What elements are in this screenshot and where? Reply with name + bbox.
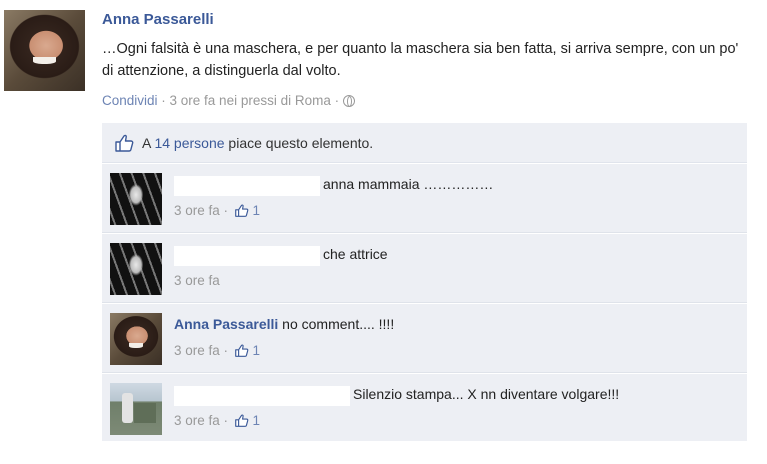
comment-item: anna mammaia …………… 3 ore fa · 1 xyxy=(102,163,747,233)
share-link[interactable]: Condividi xyxy=(102,93,158,108)
likes-count-link[interactable]: 14 persone xyxy=(154,135,224,151)
meta-separator: · xyxy=(219,203,232,218)
globe-icon xyxy=(342,95,355,107)
likes-suffix: piace questo elemento. xyxy=(224,135,374,151)
post-meta: Condividi · 3 ore fa nei pressi di Roma … xyxy=(102,93,355,108)
comments-section: A 14 persone piace questo elemento. anna… xyxy=(102,123,747,441)
meta-separator: · xyxy=(330,93,343,108)
likes-summary: A 14 persone piace questo elemento. xyxy=(102,123,747,163)
comment-item: che attrice 3 ore fa xyxy=(102,233,747,303)
comment-text: anna mammaia …………… xyxy=(323,176,494,192)
comment-meta: 3 ore fa · 1 xyxy=(174,203,260,218)
comment-meta: 3 ore fa xyxy=(174,273,220,288)
post-text: …Ogni falsità è una maschera, e per quan… xyxy=(102,41,739,79)
comment-time[interactable]: 3 ore fa xyxy=(174,273,220,288)
comment-like-count[interactable]: 1 xyxy=(253,203,261,218)
comment-text: che attrice xyxy=(323,246,388,262)
likes-prefix: A xyxy=(142,135,155,151)
meta-separator: · xyxy=(157,93,170,108)
comment-item: Anna Passarelli no comment.... !!!! 3 or… xyxy=(102,303,747,373)
commenter-name[interactable]: Anna Passarelli xyxy=(174,316,278,332)
comment-like-count[interactable]: 1 xyxy=(253,413,261,428)
comment-time[interactable]: 3 ore fa xyxy=(174,413,220,428)
comment-time[interactable]: 3 ore fa xyxy=(174,203,220,218)
thumbs-up-icon xyxy=(115,134,134,152)
post-time-location[interactable]: 3 ore fa nei pressi di Roma xyxy=(170,93,331,108)
comment-meta: 3 ore fa · 1 xyxy=(174,343,260,358)
thumbs-up-icon[interactable] xyxy=(234,204,249,217)
comment-text: no comment.... !!!! xyxy=(282,316,395,332)
redacted-commenter-name xyxy=(174,246,320,266)
comment-time[interactable]: 3 ore fa xyxy=(174,343,220,358)
redacted-commenter-name xyxy=(174,386,350,406)
commenter-avatar[interactable] xyxy=(110,313,162,365)
post-author-name[interactable]: Anna Passarelli xyxy=(102,11,214,28)
commenter-avatar[interactable] xyxy=(110,173,162,225)
thumbs-up-icon[interactable] xyxy=(234,344,249,357)
meta-separator: · xyxy=(219,413,232,428)
comment-text: Silenzio stampa... X nn diventare volgar… xyxy=(353,386,620,402)
commenter-avatar[interactable] xyxy=(110,243,162,295)
redacted-commenter-name xyxy=(174,176,320,196)
commenter-avatar[interactable] xyxy=(110,383,162,435)
meta-separator: · xyxy=(219,343,232,358)
comment-meta: 3 ore fa · 1 xyxy=(174,413,260,428)
post-author-avatar[interactable] xyxy=(4,10,85,91)
comment-item: Silenzio stampa... X nn diventare volgar… xyxy=(102,373,747,443)
comment-like-count[interactable]: 1 xyxy=(253,343,261,358)
thumbs-up-icon[interactable] xyxy=(234,414,249,427)
